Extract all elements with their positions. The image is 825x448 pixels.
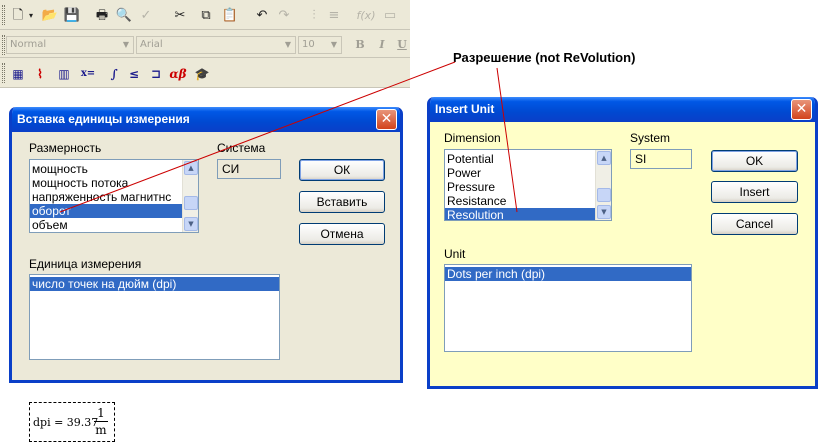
save-disk-icon[interactable]: 💾 [62,6,82,26]
list-item[interactable]: объем [30,218,198,232]
calculus-icon[interactable]: ∫ [104,64,124,84]
print-icon[interactable]: 🖶 [92,6,112,26]
evaluation-button[interactable]: x= [76,64,100,84]
calculator-icon[interactable]: ▦ [8,64,28,84]
en-dimension-scrollbar[interactable]: ▲ ▼ [595,150,611,220]
close-icon[interactable]: ✕ [376,109,397,130]
boolean-icon[interactable]: ≤ [124,64,144,84]
greek-button[interactable]: αβ [168,64,188,84]
matrix-icon[interactable]: ▥ [54,64,74,84]
en-dimension-label: Dimension [444,131,501,145]
equation-lhs: dpi = 39.37 [33,416,99,429]
ru-cancel-button[interactable]: Отмена [299,223,385,245]
list-item[interactable]: напряженность магнитнс [30,190,198,204]
math-toolbar: ▦ ⌇ ▥ x= ∫ ≤ ⊐ αβ 🎓 [0,60,410,88]
en-unit-list[interactable]: Dots per inch (dpi) [444,264,692,352]
style-combo-value: Normal [10,39,47,50]
list-item[interactable]: Potential [445,152,611,166]
font-combo[interactable]: Arial ▼ [136,36,296,54]
list-item-selected[interactable]: Dots per inch (dpi) [445,267,691,281]
ru-system-field[interactable]: СИ [217,159,281,179]
chevron-down-icon[interactable]: ▼ [327,37,341,53]
align-horizontal-icon[interactable]: ⫶ [304,6,324,26]
redo-icon[interactable]: ↷ [274,6,294,26]
list-item-selected[interactable]: оборот [30,204,198,218]
toolbar-grip[interactable] [2,35,5,55]
spell-check-icon[interactable]: ✓ [136,6,156,26]
equation-fraction: 1 m [94,405,108,438]
open-folder-icon[interactable]: 📂 [40,6,60,26]
list-item-selected[interactable]: Resolution [445,208,611,220]
list-item[interactable]: мощность [30,162,198,176]
scroll-up-icon[interactable]: ▲ [597,151,611,165]
en-dialog-client: Dimension Potential Power Pressure Resis… [430,122,815,386]
standard-toolbar: 🗋 ▾ 📂 💾 🖶 🔍 ✓ ✂ ⧉ 📋 ↶ ↷ ⫶ ≡ f(x) ▭ [0,2,410,30]
italic-button[interactable]: I [374,36,390,54]
ru-unit-list[interactable]: число точек на дюйм (dpi) [29,274,280,360]
font-combo-value: Arial [140,39,163,50]
equation-numerator: 1 [97,406,105,420]
formatting-toolbar: Normal ▼ Arial ▼ 10 ▼ B I U [0,32,410,58]
new-document-icon[interactable]: 🗋 [8,6,28,26]
print-preview-icon[interactable]: 🔍 [114,6,134,26]
ru-dimension-label: Размерность [29,141,102,155]
toolbar-grip[interactable] [2,63,5,83]
list-item[interactable]: Power [445,166,611,180]
insert-function-icon[interactable]: f(x) [356,6,376,26]
bold-button[interactable]: B [352,36,368,54]
ru-insert-button[interactable]: Вставить [299,191,385,213]
ru-dimension-list[interactable]: мощность мощность потока напряженность м… [29,159,199,233]
ru-dialog-title[interactable]: Вставка единицы измерения [12,107,400,132]
en-dialog-title[interactable]: Insert Unit [430,97,815,122]
list-item[interactable]: Pressure [445,180,611,194]
chevron-down-icon[interactable]: ▼ [119,37,133,53]
en-ok-button[interactable]: OK [711,150,798,172]
ru-ok-button[interactable]: ОК [299,159,385,181]
align-vertical-icon[interactable]: ≡ [324,6,344,26]
annotation-text: Разрешение (not ReVolution) [453,50,636,65]
toolbar-grip[interactable] [2,5,5,25]
underline-button[interactable]: U [396,36,408,54]
scroll-thumb[interactable] [597,188,611,202]
list-item-selected[interactable]: число точек на дюйм (dpi) [30,277,279,291]
insert-unit-icon[interactable]: ▭ [380,6,400,26]
symbolic-cap-icon[interactable]: 🎓 [192,64,212,84]
paste-icon[interactable]: 📋 [220,6,240,26]
list-item[interactable]: Resistance [445,194,611,208]
scroll-down-icon[interactable]: ▼ [184,217,198,231]
font-size-value: 10 [302,39,315,50]
cut-scissors-icon[interactable]: ✂ [170,6,190,26]
list-item[interactable]: мощность потока [30,176,198,190]
chevron-down-icon[interactable]: ▼ [281,37,295,53]
undo-icon[interactable]: ↶ [252,6,272,26]
ru-unit-label: Единица измерения [29,257,142,271]
mathcad-toolbars: 🗋 ▾ 📂 💾 🖶 🔍 ✓ ✂ ⧉ 📋 ↶ ↷ ⫶ ≡ f(x) ▭ Norma… [0,0,410,88]
programming-icon[interactable]: ⊐ [146,64,166,84]
graph-icon[interactable]: ⌇ [30,64,50,84]
new-dropdown-arrow-icon[interactable]: ▾ [26,6,36,26]
en-insert-unit-dialog: Insert Unit ✕ Dimension Potential Power … [427,97,818,389]
equation-region[interactable]: dpi = 39.37 1 m [29,402,115,442]
en-system-label: System [630,131,671,145]
ru-dialog-client: Размерность мощность мощность потока нап… [12,132,400,380]
copy-icon[interactable]: ⧉ [196,6,216,26]
close-icon[interactable]: ✕ [791,99,812,120]
en-dimension-list[interactable]: Potential Power Pressure Resistance Reso… [444,149,612,221]
scroll-thumb[interactable] [184,196,198,210]
font-size-combo[interactable]: 10 ▼ [298,36,342,54]
en-unit-label: Unit [444,247,466,261]
style-combo[interactable]: Normal ▼ [6,36,134,54]
en-cancel-button[interactable]: Cancel [711,213,798,235]
en-system-field[interactable]: SI [630,149,692,169]
scroll-down-icon[interactable]: ▼ [597,205,611,219]
equation-denominator: m [95,423,107,437]
en-insert-button[interactable]: Insert [711,181,798,203]
ru-insert-unit-dialog: Вставка единицы измерения ✕ Размерность … [9,107,403,383]
ru-dimension-scrollbar[interactable]: ▲ ▼ [182,160,198,232]
scroll-up-icon[interactable]: ▲ [184,161,198,175]
ru-system-label: Система [217,141,266,155]
